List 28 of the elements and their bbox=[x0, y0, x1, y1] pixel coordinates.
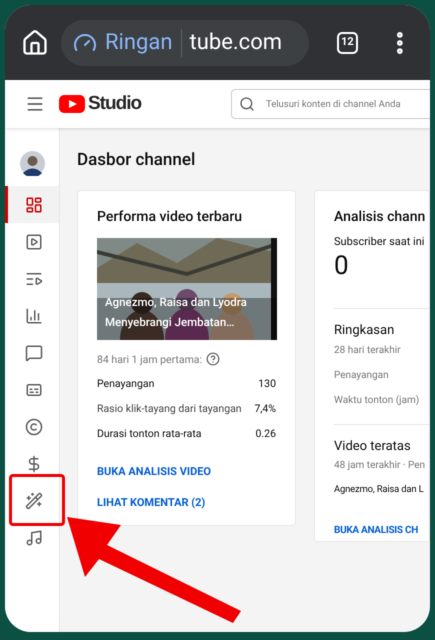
period-text: 84 hari 1 jam pertama: bbox=[97, 352, 202, 368]
url-text: tube.com bbox=[190, 29, 282, 57]
address-bar[interactable]: Ringan tube.com bbox=[61, 20, 308, 66]
period-text: 48 jam terakhir · Pen bbox=[334, 459, 426, 473]
period-text: 28 hari terakhir bbox=[334, 344, 402, 358]
section-title: Video teratas bbox=[334, 438, 412, 456]
stat-label: Penayangan bbox=[97, 376, 154, 392]
card-title: Analisis chann bbox=[334, 208, 426, 226]
card-title: Performa video terbaru bbox=[97, 208, 244, 226]
lite-mode-label: Ringan bbox=[105, 29, 173, 57]
stat-value: 130 bbox=[258, 376, 276, 392]
card-link[interactable]: BUKA ANALISIS CH bbox=[334, 523, 429, 538]
subscriber-label: Subscriber saat ini bbox=[334, 234, 426, 250]
tab-count-button[interactable]: 12 bbox=[336, 32, 358, 54]
stat-label: Rasio klik-tayang dari tayangan bbox=[97, 400, 242, 417]
section-title: Ringkasan bbox=[334, 322, 396, 340]
card-link[interactable]: LIHAT KOMENTAR (2) bbox=[97, 494, 206, 512]
studio-logo-text: Studio bbox=[88, 92, 142, 116]
stat-value: 0.26 bbox=[256, 426, 276, 442]
page-title: Dasbor channel bbox=[77, 149, 196, 172]
metric-label: Penayangan bbox=[334, 368, 390, 382]
top-video-title: Agnezmo, Raisa dan L bbox=[334, 483, 425, 497]
card-link[interactable]: BUKA ANALISIS VIDEO bbox=[97, 464, 212, 481]
stat-value: 7,4% bbox=[254, 400, 276, 417]
search-field[interactable]: Telusuri konten di channel Anda bbox=[231, 89, 430, 119]
metric-label: Waktu tonton (jam) bbox=[334, 394, 420, 408]
subscriber-count: 0 bbox=[334, 250, 350, 282]
stat-label: Durasi tonton rata-rata bbox=[97, 426, 202, 442]
